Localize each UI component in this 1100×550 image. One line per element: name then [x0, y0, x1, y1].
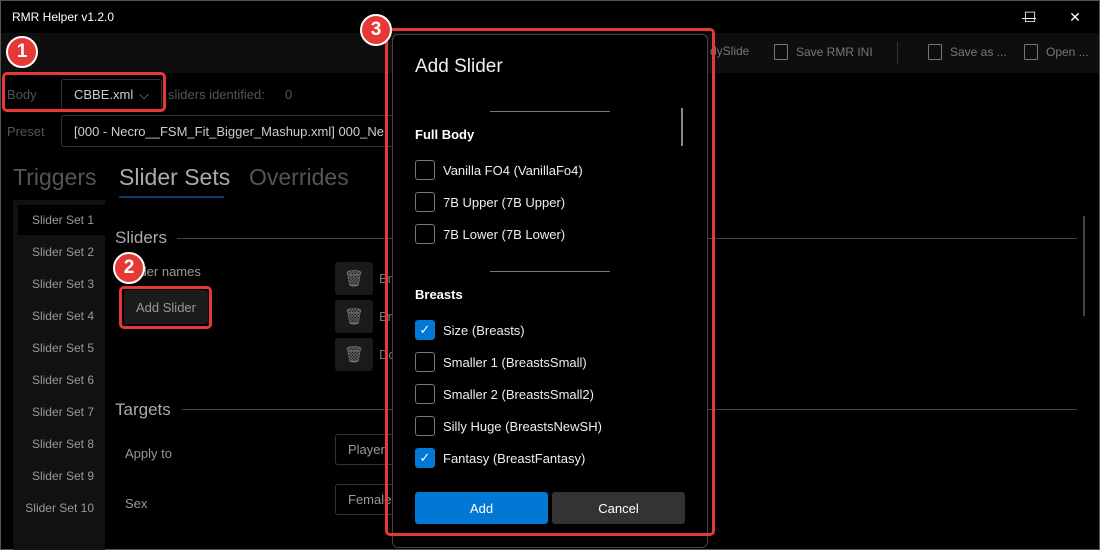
save-as-label: Save as ...: [950, 45, 1007, 59]
open-label: Open ...: [1046, 45, 1089, 59]
maximize-button[interactable]: ☐: [1007, 0, 1053, 34]
slider-set-item[interactable]: Slider Set 3: [18, 269, 105, 299]
sliders-identified-label: sliders identified:: [168, 87, 265, 102]
save-as-icon: [928, 44, 942, 60]
slider-set-item[interactable]: Slider Set 6: [18, 365, 105, 395]
slider-set-item[interactable]: Slider Set 5: [18, 333, 105, 363]
annotation-highlight-1: [2, 72, 166, 112]
annotation-highlight-2: [119, 286, 212, 329]
save-icon: [774, 44, 788, 60]
slider-set-item[interactable]: Slider Set 1: [18, 205, 105, 235]
bodyslide-button[interactable]: dySlide: [710, 44, 749, 58]
trash-icon: 🗑: [343, 346, 365, 364]
slider-set-item[interactable]: Slider Set 8: [18, 429, 105, 459]
slider-set-list: Slider Set 1 Slider Set 2 Slider Set 3 S…: [13, 200, 105, 550]
main-scrollbar[interactable]: [1083, 216, 1085, 316]
save-as-button[interactable]: Save as ...: [928, 44, 1007, 60]
sex-label: Sex: [125, 496, 148, 511]
annotation-badge-2: 2: [113, 252, 145, 284]
slider-set-item[interactable]: Slider Set 9: [18, 461, 105, 491]
slider-set-item[interactable]: Slider Set 2: [18, 237, 105, 267]
preset-label: Preset: [7, 124, 45, 139]
sliders-heading: Sliders: [115, 228, 167, 247]
preset-value: [000 - Necro__FSM_Fit_Bigger_Mashup.xml]…: [74, 123, 384, 139]
targets-heading: Targets: [115, 400, 171, 419]
annotation-highlight-3: [385, 28, 715, 536]
preset-select[interactable]: [000 - Necro__FSM_Fit_Bigger_Mashup.xml]…: [61, 115, 401, 147]
toolbar-divider: [897, 42, 898, 64]
tab-triggers[interactable]: Triggers: [13, 164, 97, 191]
window-title: RMR Helper v1.2.0: [12, 10, 115, 24]
open-button[interactable]: Open ...: [1024, 44, 1089, 60]
slider-set-item[interactable]: Slider Set 4: [18, 301, 105, 331]
trash-icon: 🗑: [343, 270, 365, 288]
apply-to-label: Apply to: [125, 446, 172, 461]
annotation-badge-3: 3: [360, 14, 392, 46]
apply-to-value: Player: [348, 442, 385, 457]
tab-overrides[interactable]: Overrides: [249, 164, 349, 191]
annotation-badge-1: 1: [6, 36, 38, 68]
close-button[interactable]: ✕: [1052, 0, 1098, 34]
slider-set-item[interactable]: Slider Set 10: [18, 493, 105, 523]
sliders-identified-count: 0: [285, 87, 293, 102]
delete-slider-button[interactable]: 🗑: [335, 262, 373, 295]
bodyslide-label: dySlide: [710, 44, 750, 58]
slider-set-item[interactable]: Slider Set 7: [18, 397, 105, 427]
delete-slider-button[interactable]: 🗑: [335, 300, 373, 333]
delete-slider-button[interactable]: 🗑: [335, 338, 373, 371]
open-file-icon: [1024, 44, 1038, 60]
tab-slider-sets[interactable]: Slider Sets: [119, 164, 230, 191]
trash-icon: 🗑: [343, 308, 365, 326]
save-rmr-ini-button[interactable]: Save RMR INI: [774, 44, 873, 60]
active-tab-indicator: [119, 196, 224, 198]
save-rmr-ini-label: Save RMR INI: [796, 45, 873, 59]
